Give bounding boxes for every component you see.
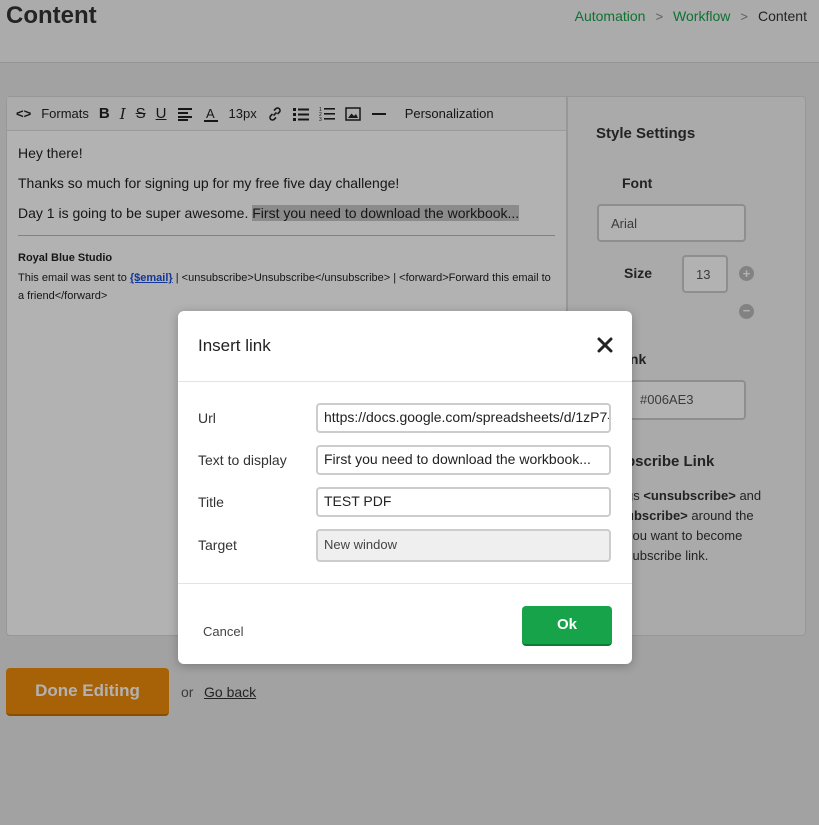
title-input[interactable]: TEST PDF — [316, 487, 611, 517]
target-label: Target — [198, 537, 237, 553]
cancel-button[interactable]: Cancel — [203, 624, 243, 639]
url-label: Url — [198, 410, 216, 426]
dialog-header: Insert link — [178, 311, 632, 382]
dialog-footer: Cancel Ok — [178, 583, 632, 664]
close-icon[interactable] — [595, 333, 615, 357]
dialog-title: Insert link — [198, 336, 271, 355]
title-label: Title — [198, 494, 224, 510]
text-to-display-input[interactable]: First you need to download the workbook.… — [316, 445, 611, 475]
target-select[interactable]: New window — [316, 529, 611, 562]
text-to-display-label: Text to display — [198, 452, 287, 468]
insert-link-dialog: Insert link Url https://docs.google.com/… — [178, 311, 632, 664]
ok-button[interactable]: Ok — [522, 606, 612, 646]
url-input[interactable]: https://docs.google.com/spreadsheets/d/1… — [316, 403, 611, 433]
